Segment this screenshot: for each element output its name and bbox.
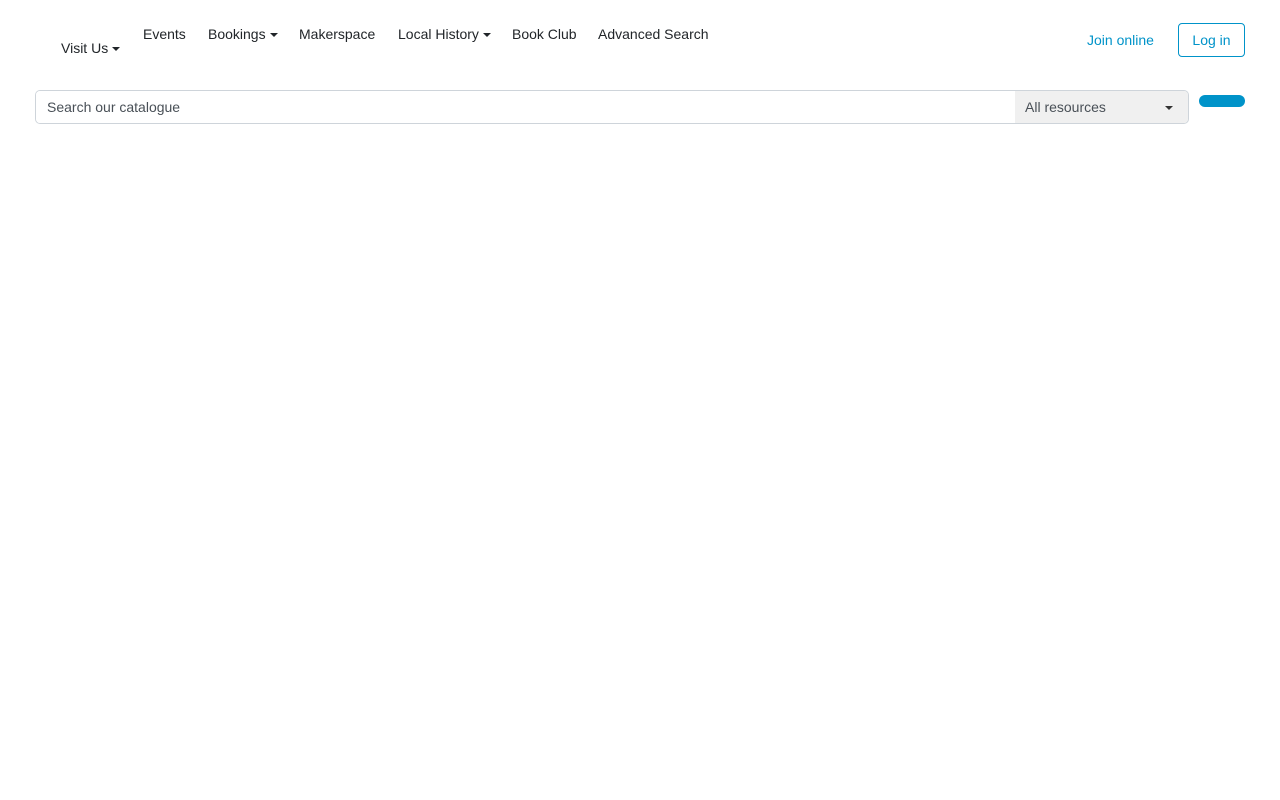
caret-down-icon xyxy=(112,47,121,51)
page: Visit Us Events Bookings Makerspace Loca… xyxy=(0,0,1280,800)
nav-item-events[interactable]: Events xyxy=(143,24,186,44)
nav-item-advanced-search[interactable]: Advanced Search xyxy=(598,24,709,44)
nav-item-visit-us[interactable]: Visit Us xyxy=(61,38,121,58)
nav-item-label: Events xyxy=(143,26,186,42)
join-online-link[interactable]: Join online xyxy=(1087,30,1154,50)
caret-down-icon xyxy=(482,33,491,37)
nav-item-bookings[interactable]: Bookings xyxy=(208,24,278,44)
search-button[interactable] xyxy=(1199,95,1245,107)
nav-item-label: Book Club xyxy=(512,26,577,42)
nav-item-label: Advanced Search xyxy=(598,26,709,42)
resource-scope-value: All resources xyxy=(1025,99,1106,115)
search-input[interactable] xyxy=(36,91,1015,123)
nav-item-local-history[interactable]: Local History xyxy=(398,24,491,44)
nav-item-makerspace[interactable]: Makerspace xyxy=(299,24,375,44)
caret-down-icon xyxy=(1165,106,1173,110)
caret-down-icon xyxy=(269,33,278,37)
nav-item-label: Local History xyxy=(398,26,479,42)
nav-item-book-club[interactable]: Book Club xyxy=(512,24,577,44)
search-bar: All resources xyxy=(35,90,1189,124)
nav-item-label: Bookings xyxy=(208,26,266,42)
nav-item-label: Visit Us xyxy=(61,40,109,56)
nav-item-label: Makerspace xyxy=(299,26,376,42)
resource-scope-select[interactable]: All resources xyxy=(1015,91,1188,123)
login-button[interactable]: Log in xyxy=(1178,23,1245,57)
